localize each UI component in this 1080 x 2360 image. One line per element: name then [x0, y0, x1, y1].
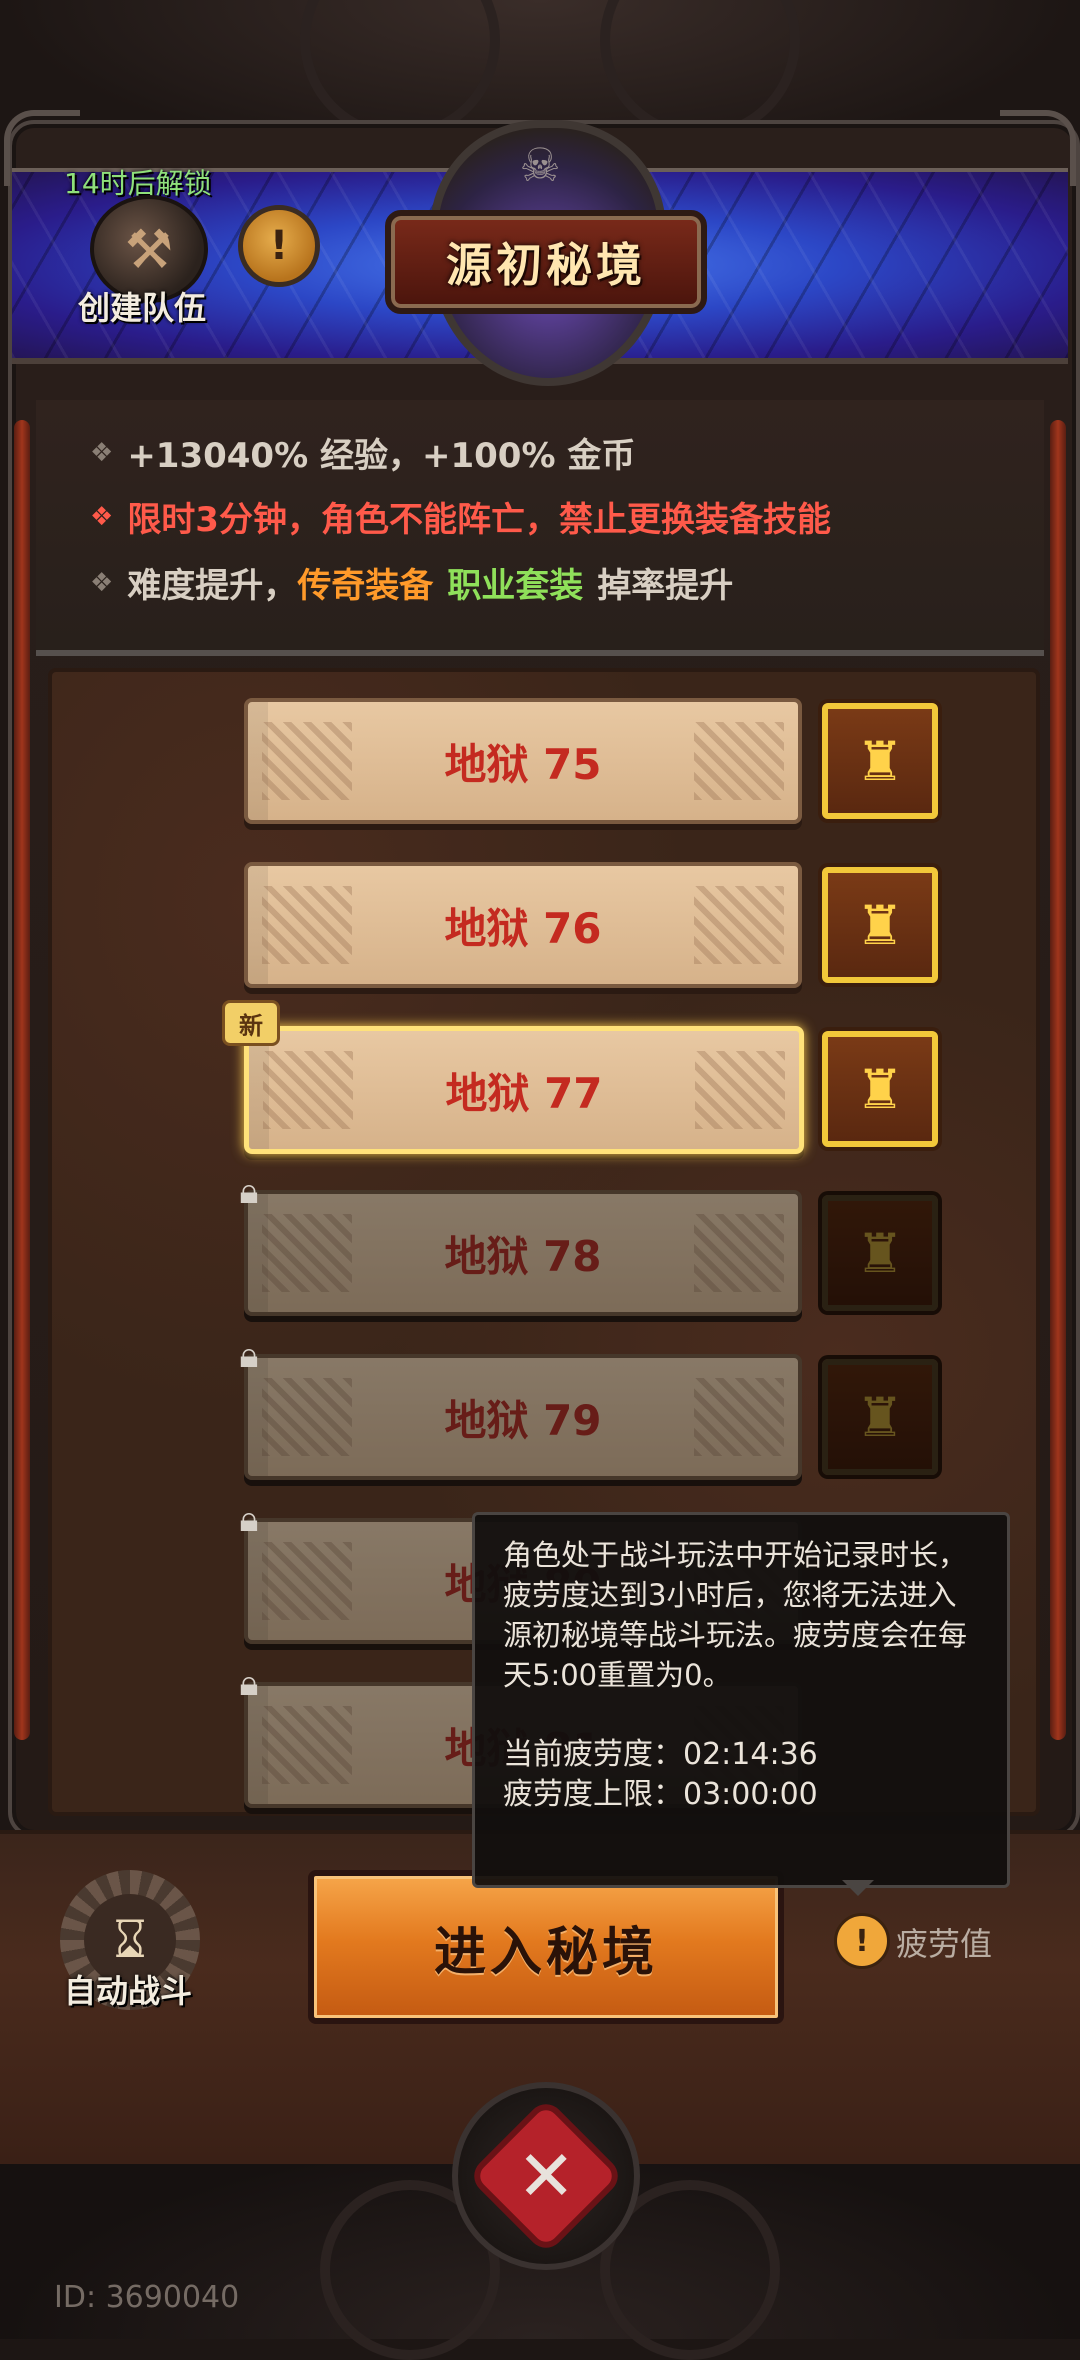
class-set-text: 职业套装 [447, 566, 584, 606]
enter-dungeon-button[interactable]: 进入秘境 [308, 1870, 784, 2024]
new-badge: 新 [222, 1000, 280, 1046]
treasure-chest-icon: ♜ [855, 1385, 905, 1449]
level-button-75[interactable]: 地狱 75 [244, 698, 802, 824]
level-button-78[interactable]: 地狱 78 [244, 1190, 802, 1316]
corner-ornament-right [1000, 110, 1076, 186]
page-title: 源初秘境 [446, 238, 646, 292]
create-team-label: 创建队伍 [78, 289, 207, 327]
reward-chest-79[interactable]: ♜ [822, 1359, 938, 1475]
close-emblem-button[interactable]: ✕ [452, 2082, 640, 2270]
tooltip-body: 角色处于战斗玩法中开始记录时长，疲劳度达到3小时后，您将无法进入源初秘境等战斗玩… [503, 1538, 968, 1692]
panel-left-rail [14, 420, 30, 1740]
diamond-bullet-icon: ❖ [90, 567, 114, 598]
fatigue-limit-row: 疲劳度上限：03:00:00 [503, 1777, 818, 1812]
treasure-chest-icon: ♜ [855, 1057, 905, 1121]
fatigue-info-icon[interactable]: ! [834, 1913, 890, 1969]
page-title-plate: 源初秘境 [385, 210, 707, 314]
exclamation-icon: ! [269, 223, 289, 269]
player-id: ID: 3690040 [54, 2280, 240, 2315]
treasure-chest-icon: ♜ [855, 729, 905, 793]
reward-chest-75[interactable]: ♜ [822, 703, 938, 819]
info-button[interactable]: ! [238, 205, 320, 287]
treasure-chest-icon: ♜ [855, 1221, 905, 1285]
treasure-chest-icon: ♜ [855, 893, 905, 957]
skull-icon: ☠ [519, 138, 561, 192]
fatigue-tooltip: 角色处于战斗玩法中开始记录时长，疲劳度达到3小时后，您将无法进入源初秘境等战斗玩… [472, 1512, 1010, 1888]
tooltip-arrow [842, 1880, 874, 1896]
lock-icon: 🔒︎ [239, 1499, 259, 1540]
lock-icon: 🔒︎ [239, 1663, 259, 1704]
diamond-bullet-icon: ❖ [90, 501, 114, 532]
reward-chest-78[interactable]: ♜ [822, 1195, 938, 1311]
rule-line: ❖ 限时3分钟，角色不能阵亡，禁止更换装备技能 [90, 500, 831, 540]
panel-right-rail [1050, 420, 1066, 1740]
auto-battle-label: 自动战斗 [64, 1972, 193, 2010]
legend-gear-text: 传奇装备 [297, 566, 434, 606]
fatigue-label[interactable]: 疲劳值 [896, 1919, 992, 1965]
reward-chest-76[interactable]: ♜ [822, 867, 938, 983]
level-button-79[interactable]: 地狱 79 [244, 1354, 802, 1480]
current-fatigue-row: 当前疲劳度：02:14:36 [503, 1737, 818, 1772]
diamond-bullet-icon: ❖ [90, 437, 114, 468]
crossed-swords-icon: ✕ [516, 2135, 576, 2217]
reward-chest-77[interactable]: ♜ [822, 1031, 938, 1147]
axe-icon: ⚒ [124, 217, 174, 281]
level-button-76[interactable]: 地狱 76 [244, 862, 802, 988]
bonus-line-exp: ❖ +13040% 经验，+100% 金币 [90, 436, 636, 476]
lock-icon: 🔒︎ [239, 1335, 259, 1376]
drop-rate-line: ❖ 难度提升， 传奇装备 职业套装 掉率提升 [90, 558, 733, 607]
lock-icon: 🔒︎ [239, 1171, 259, 1212]
level-button-77[interactable]: 地狱 77 [244, 1026, 804, 1154]
